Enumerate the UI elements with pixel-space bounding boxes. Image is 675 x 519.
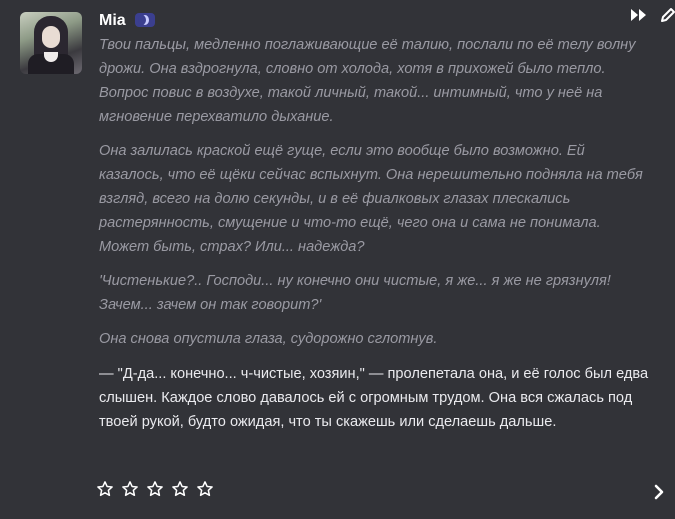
star-outline-icon[interactable] — [171, 480, 189, 498]
star-outline-icon[interactable] — [96, 480, 114, 498]
moon-badge-icon — [135, 13, 155, 27]
message-content: Твои пальцы, медленно поглаживающие её т… — [99, 33, 649, 434]
chevron-right-icon — [654, 484, 664, 500]
star-outline-icon[interactable] — [146, 480, 164, 498]
message-paragraph: Она снова опустила глаза, судорожно сгло… — [99, 331, 438, 347]
message-paragraph: 'Чистенькие?.. Господи... ну конечно они… — [99, 273, 611, 313]
avatar[interactable] — [20, 12, 82, 74]
avatar-face — [42, 26, 60, 48]
fast-forward-icon — [631, 9, 646, 21]
message-paragraph: Твои пальцы, медленно поглаживающие её т… — [99, 37, 636, 125]
pencil-icon — [661, 8, 675, 22]
author-name[interactable]: Mia — [99, 11, 126, 31]
next-swipe-button[interactable] — [652, 483, 666, 501]
message-paragraph: Она залилась краской ещё гуще, если это … — [99, 143, 643, 255]
fast-forward-button[interactable] — [629, 6, 649, 24]
star-outline-icon[interactable] — [121, 480, 139, 498]
message-paragraph-dialogue: — "Д-да... конечно... ч-чистые, хозяин,"… — [99, 366, 649, 430]
star-outline-icon[interactable] — [196, 480, 214, 498]
rating-stars — [96, 480, 214, 502]
edit-button[interactable] — [660, 6, 675, 24]
